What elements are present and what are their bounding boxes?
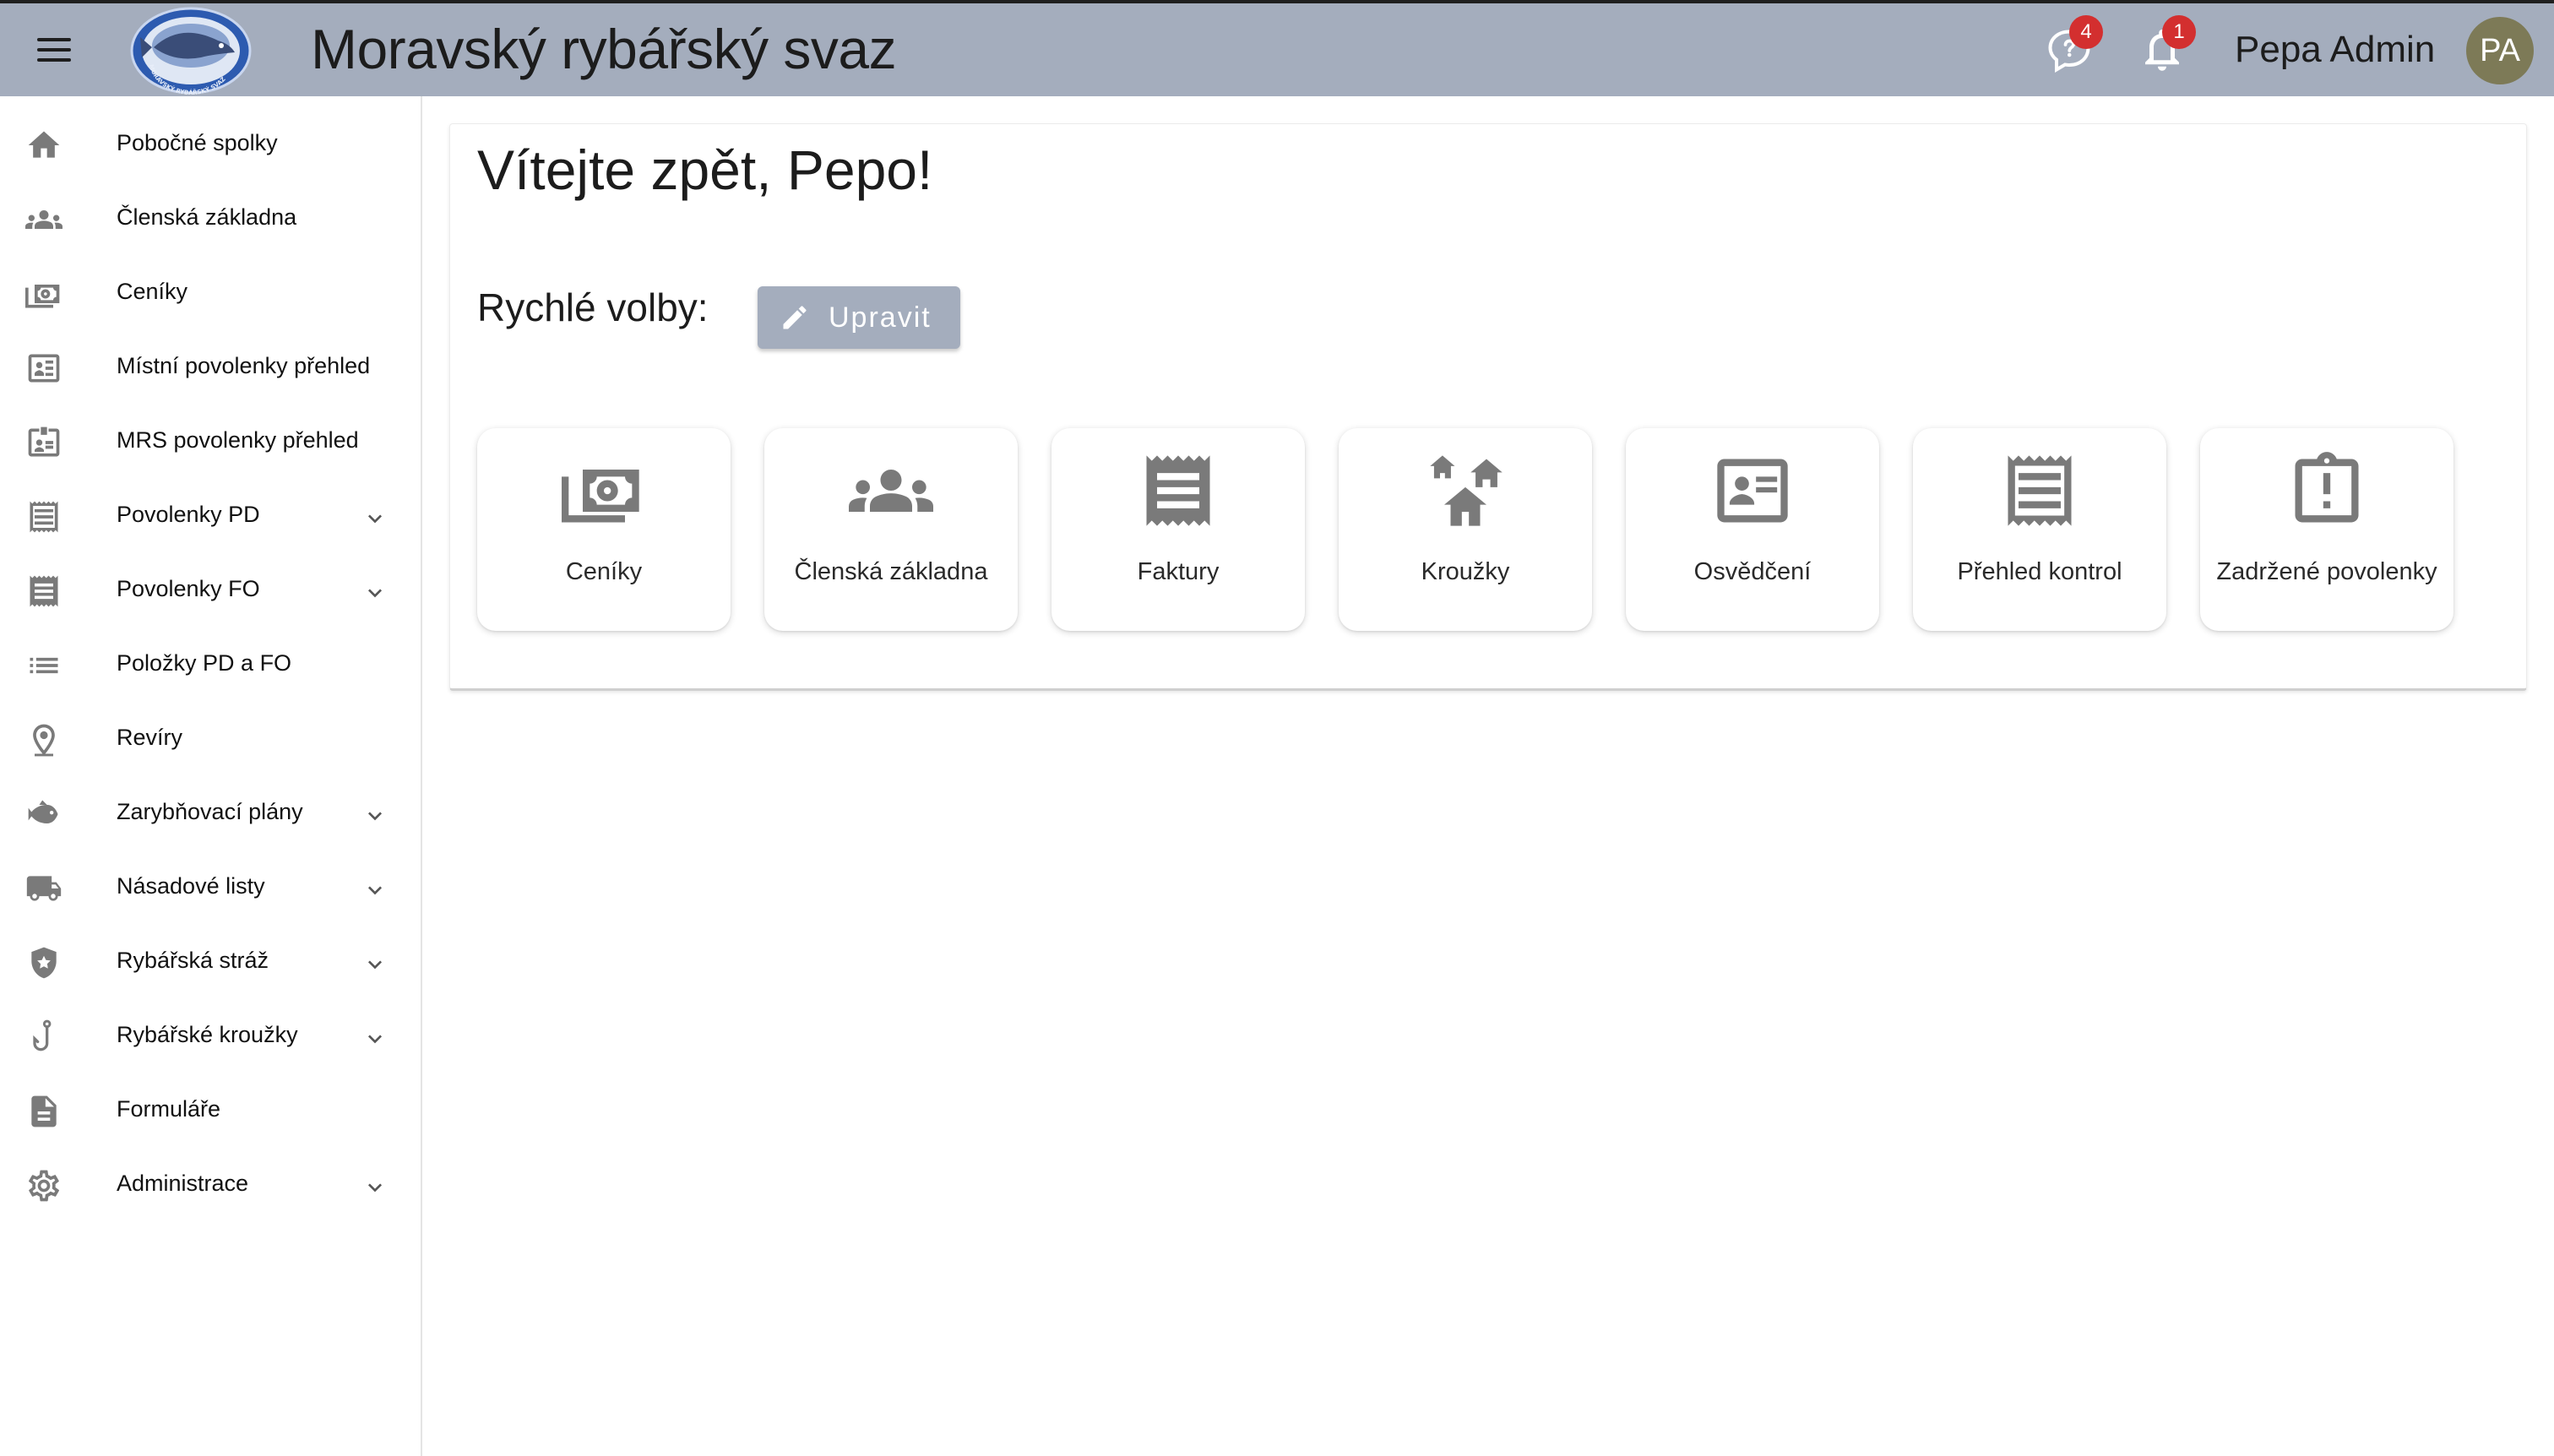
sidebar-item-label: Násadové listy (117, 873, 265, 899)
edit-button[interactable]: Upravit (758, 286, 960, 349)
quick-tile-prehled-kontrol[interactable]: Přehled kontrol (1913, 428, 2166, 631)
sidebar-item-rybarska-straz[interactable]: Rybářská stráž (0, 926, 421, 1000)
app-title: Moravský rybářský svaz (311, 18, 897, 80)
receipt-icon (1136, 448, 1220, 533)
avatar[interactable]: PA (2466, 17, 2534, 84)
chevron-down-icon[interactable] (361, 505, 389, 532)
sidebar-item-povolenky-fo[interactable]: Povolenky FO (0, 554, 421, 628)
tile-label: Osvědčení (1693, 558, 1812, 585)
people-icon (849, 448, 933, 533)
notifications-button[interactable]: 1 (2137, 15, 2196, 76)
dashboard-card: Vítejte zpět, Pepo! Rychlé volby: Upravi… (449, 123, 2527, 691)
receipt-icon (25, 573, 62, 610)
sidebar-item-label: Povolenky FO (117, 576, 260, 601)
chevron-down-icon[interactable] (361, 877, 389, 904)
top-app-bar: MORAVSKÝ RYBÁŘSKÝ SVAZ Moravský rybářský… (0, 0, 2554, 96)
sidebar-item-rybarske-krouzky[interactable]: Rybářské kroužky (0, 1000, 421, 1074)
sidebar-item-mistni-povolenky[interactable]: Místní povolenky přehled (0, 331, 421, 405)
messages-button[interactable]: 4 (2044, 15, 2103, 76)
chevron-down-icon[interactable] (361, 951, 389, 978)
houses-icon (1423, 448, 1508, 533)
hook-icon (25, 1019, 62, 1056)
sidebar: Pobočné spolky Členská základna Ceníky M… (0, 96, 422, 1456)
sidebar-item-formulare[interactable]: Formuláře (0, 1074, 421, 1149)
user-name[interactable]: Pepa Admin (2235, 29, 2435, 71)
edit-button-label: Upravit (829, 302, 932, 334)
page-title: Vítejte zpět, Pepo! (477, 139, 933, 201)
sidebar-item-povolenky-pd[interactable]: Povolenky PD (0, 480, 421, 554)
sidebar-item-label: Místní povolenky přehled (117, 353, 371, 378)
truck-icon (25, 870, 62, 907)
sidebar-item-label: Administrace (117, 1171, 249, 1196)
quick-options-label: Rychlé volby: (477, 285, 709, 329)
receipt-outline-icon (25, 498, 62, 535)
tile-label: Faktury (1137, 558, 1220, 585)
tile-label: Zadržené povolenky (2216, 558, 2437, 585)
sidebar-item-clenska-zakladna[interactable]: Členská základna (0, 182, 421, 257)
sidebar-item-label: Revíry (117, 725, 183, 750)
sidebar-item-mrs-povolenky[interactable]: MRS povolenky přehled (0, 405, 421, 480)
quick-tile-ceniky[interactable]: Ceníky (477, 428, 731, 631)
chevron-down-icon[interactable] (361, 579, 389, 606)
sidebar-item-polozky-pd-fo[interactable]: Položky PD a FO (0, 628, 421, 703)
sidebar-item-reviry[interactable]: Revíry (0, 703, 421, 777)
app-logo[interactable]: MORAVSKÝ RYBÁŘSKÝ SVAZ (130, 7, 252, 96)
location-pin-icon (25, 721, 62, 758)
fish-icon (25, 796, 62, 833)
chevron-down-icon[interactable] (361, 1174, 389, 1201)
home-icon (25, 127, 62, 164)
id-card-outline-icon (25, 350, 62, 387)
receipt-outline-icon (1997, 448, 2082, 533)
quick-tile-osvedceni[interactable]: Osvědčení (1626, 428, 1879, 631)
tile-label: Ceníky (565, 558, 643, 585)
sidebar-item-label: Povolenky PD (117, 502, 260, 527)
document-icon (25, 1093, 62, 1130)
notifications-badge: 1 (2162, 15, 2196, 49)
sidebar-item-nasadove-listy[interactable]: Násadové listy (0, 851, 421, 926)
sidebar-item-label: Formuláře (117, 1096, 221, 1122)
id-card-outline-icon (1710, 448, 1795, 533)
sidebar-item-label: Rybářská stráž (117, 948, 269, 973)
quick-tile-clenska-zakladna[interactable]: Členská základna (764, 428, 1018, 631)
police-badge-icon (25, 944, 62, 981)
quick-tile-zadrzene-povolenky[interactable]: Zadržené povolenky (2200, 428, 2453, 631)
messages-badge: 4 (2069, 15, 2103, 49)
quick-tile-krouzky[interactable]: Kroužky (1339, 428, 1592, 631)
sidebar-item-label: Položky PD a FO (117, 650, 292, 676)
tile-label: Kroužky (1421, 558, 1510, 585)
sidebar-item-label: Členská základna (117, 204, 297, 230)
sidebar-item-label: MRS povolenky přehled (117, 427, 359, 453)
sidebar-item-pobocne-spolky[interactable]: Pobočné spolky (0, 108, 421, 182)
id-card-icon (25, 424, 62, 461)
sidebar-item-label: Zarybňovací plány (117, 799, 303, 824)
sidebar-item-administrace[interactable]: Administrace (0, 1149, 421, 1223)
chevron-down-icon[interactable] (361, 1025, 389, 1052)
quick-tile-faktury[interactable]: Faktury (1051, 428, 1305, 631)
tile-label: Členská základna (794, 558, 988, 585)
tile-label: Přehled kontrol (1957, 558, 2122, 585)
pencil-icon (783, 306, 807, 329)
clipboard-alert-icon (2285, 448, 2369, 533)
people-icon (24, 201, 62, 238)
menu-icon[interactable] (35, 35, 73, 64)
sidebar-item-zarybnovaci-plany[interactable]: Zarybňovací plány (0, 777, 421, 851)
sidebar-item-ceniky[interactable]: Ceníky (0, 257, 421, 331)
sidebar-item-label: Ceníky (117, 279, 188, 304)
money-icon (25, 275, 62, 312)
money-icon (562, 448, 646, 533)
list-icon (25, 647, 62, 684)
gear-icon (25, 1167, 62, 1204)
sidebar-item-label: Pobočné spolky (117, 130, 278, 155)
chevron-down-icon[interactable] (361, 802, 389, 829)
sidebar-item-label: Rybářské kroužky (117, 1022, 298, 1047)
